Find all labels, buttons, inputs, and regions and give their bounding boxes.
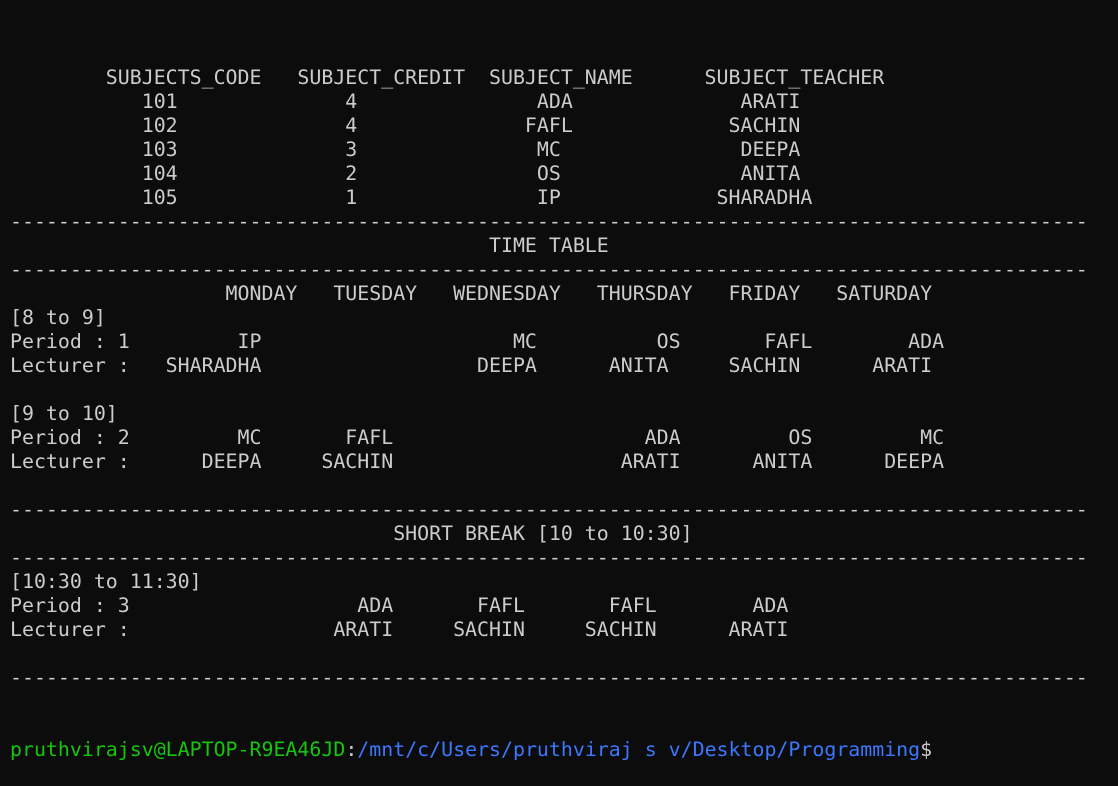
terminal-line: 104 2 OS ANITA	[10, 162, 801, 185]
terminal-line: Lecturer : DEEPA SACHIN ARATI ANITA DEEP…	[10, 450, 945, 473]
terminal-line: ----------------------------------------…	[10, 666, 1088, 689]
terminal-line: 102 4 FAFL SACHIN	[10, 114, 801, 137]
terminal-line: ----------------------------------------…	[10, 546, 1088, 569]
terminal-line: SUBJECTS_CODE SUBJECT_CREDIT SUBJECT_NAM…	[10, 66, 885, 89]
terminal-line: 103 3 MC DEEPA	[10, 138, 801, 161]
terminal-line: Lecturer : ARATI SACHIN SACHIN ARATI	[10, 618, 789, 641]
terminal-line: TIME TABLE	[10, 234, 609, 257]
terminal-line: Period : 2 MC FAFL ADA OS MC	[10, 426, 945, 449]
terminal-line: ----------------------------------------…	[10, 210, 1088, 233]
prompt-user-host: pruthvirajsv@LAPTOP-R9EA46JD	[10, 738, 346, 761]
output-lines: SUBJECTS_CODE SUBJECT_CREDIT SUBJECT_NAM…	[10, 66, 1110, 690]
prompt-path: /mnt/c/Users/pruthviraj s v/Desktop/Prog…	[357, 738, 921, 761]
terminal-line: [8 to 9]	[10, 306, 106, 329]
shell-prompt[interactable]: pruthvirajsv@LAPTOP-R9EA46JD:/mnt/c/User…	[10, 738, 1110, 762]
terminal-output: SUBJECTS_CODE SUBJECT_CREDIT SUBJECT_NAM…	[10, 18, 1110, 786]
terminal-line: Period : 3 ADA FAFL FAFL ADA	[10, 594, 789, 617]
prompt-symbol: $	[920, 738, 933, 761]
terminal-line: 101 4 ADA ARATI	[10, 90, 801, 113]
terminal-line: Period : 1 IP MC OS FAFL ADA	[10, 330, 945, 353]
terminal-line: [9 to 10]	[10, 402, 118, 425]
terminal-line: ----------------------------------------…	[10, 498, 1088, 521]
terminal-line: ----------------------------------------…	[10, 258, 1088, 281]
terminal-line: [10:30 to 11:30]	[10, 570, 202, 593]
prompt-separator: :	[345, 738, 358, 761]
terminal-line: Lecturer : SHARADHA DEEPA ANITA SACHIN A…	[10, 354, 933, 377]
terminal-line: SHORT BREAK [10 to 10:30]	[10, 522, 693, 545]
terminal-line: MONDAY TUESDAY WEDNESDAY THURSDAY FRIDAY…	[10, 282, 933, 305]
terminal-line: 105 1 IP SHARADHA	[10, 186, 813, 209]
